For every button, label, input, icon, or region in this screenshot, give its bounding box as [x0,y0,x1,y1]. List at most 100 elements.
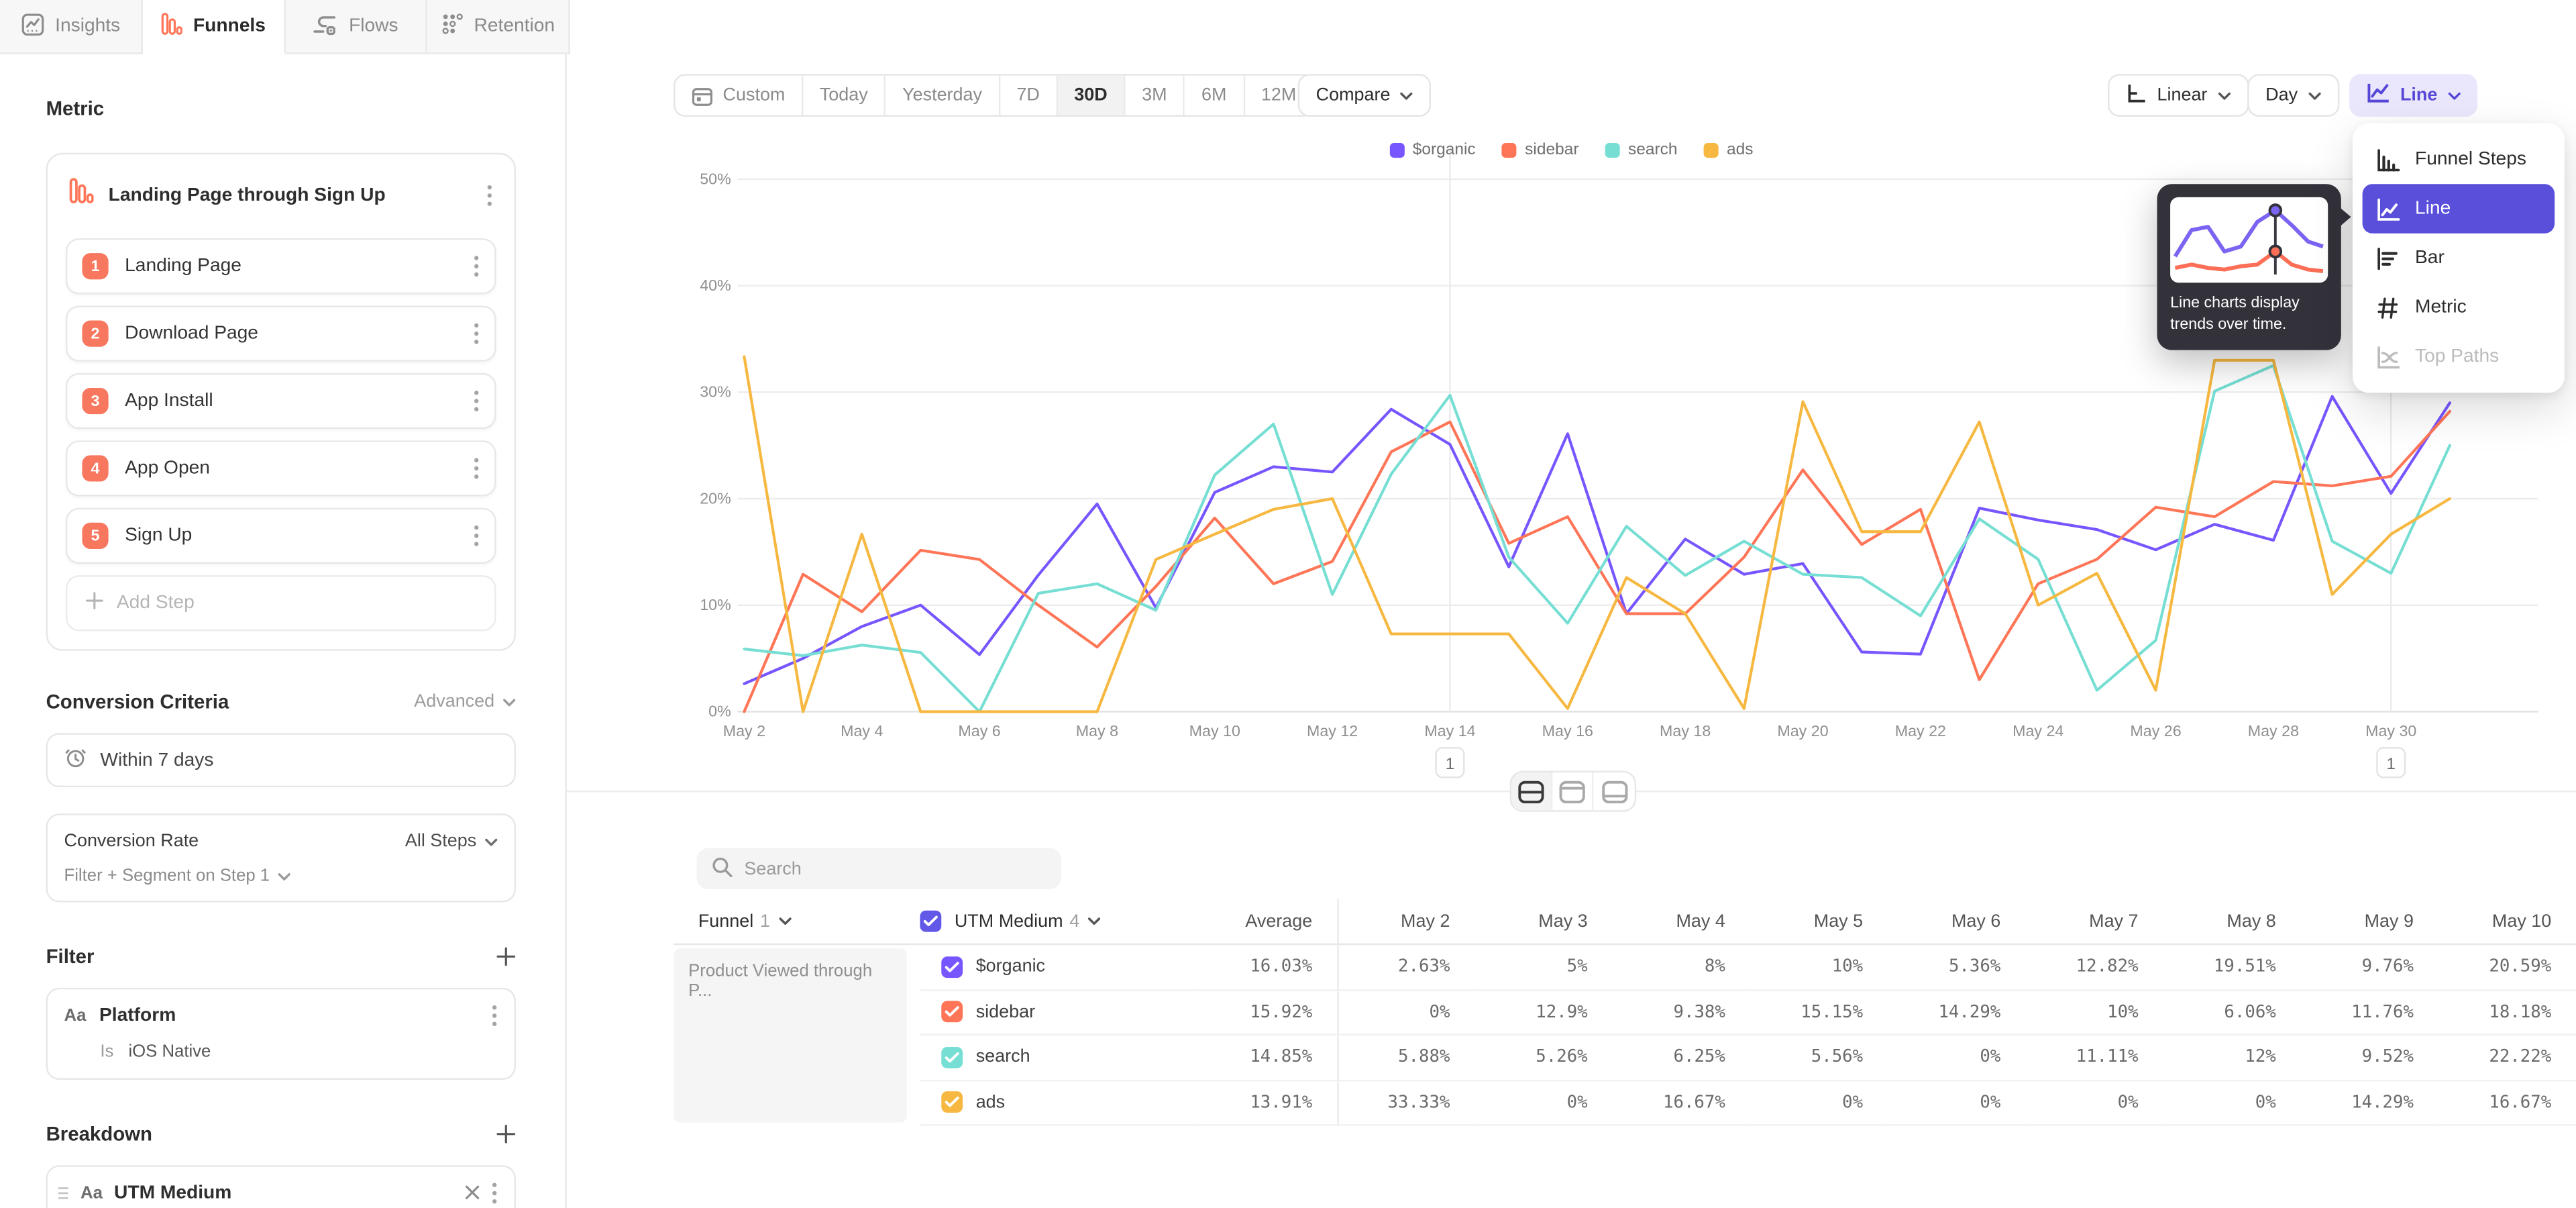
add-filter-plus-icon[interactable] [496,947,516,966]
menu-item-bar[interactable]: Bar [2363,234,2555,283]
funnel-step-app-install[interactable]: 3App Install [66,373,496,429]
menu-item-funnel-steps[interactable]: Funnel Steps [2363,135,2555,184]
range-3m[interactable]: 3M [1126,76,1185,115]
filter-property[interactable]: Platform [99,1006,478,1025]
kebab-menu-icon[interactable] [473,524,480,547]
table-search-input[interactable]: Search [696,848,1061,889]
add-step-button[interactable]: Add Step [66,575,496,631]
kebab-menu-icon[interactable] [473,389,480,412]
filter-kebab-icon[interactable] [491,1004,498,1027]
layout-chart-only-icon[interactable] [1552,772,1593,810]
series-checkbox[interactable] [941,1046,963,1068]
value-cell: 2.63% [1337,945,1474,990]
tab-label: Retention [474,16,555,36]
column-header-may-7[interactable]: May 7 [2025,899,2163,946]
breakdown-column-header[interactable]: UTM Medium4 [920,899,1199,946]
select-all-checkbox[interactable] [920,911,941,932]
step-number-badge: 1 [82,253,108,279]
metric-kebab-icon[interactable] [486,183,493,206]
retention-icon [441,13,463,40]
funnel-name-cell[interactable]: Product Viewed through P... [674,948,907,1123]
add-breakdown-plus-icon[interactable] [496,1124,516,1144]
tab-retention[interactable]: Retention [427,0,570,54]
value-cell: 6.06% [2163,991,2300,1036]
filter-segment-toggle[interactable]: Filter + Segment on Step 1 [64,866,498,886]
line-chart-icon [2366,82,2391,108]
kebab-menu-icon[interactable] [473,457,480,480]
table-row-sidebar[interactable]: sidebar [920,991,1199,1036]
column-header-may-9[interactable]: May 9 [2301,899,2438,946]
svg-text:May 18: May 18 [1660,722,1711,740]
conversion-rate-selector[interactable]: All Steps [405,832,498,851]
kebab-menu-icon[interactable] [473,255,480,278]
remove-breakdown-icon[interactable] [465,1185,480,1200]
tab-insights[interactable]: Insights [0,0,142,54]
compare-button[interactable]: Compare [1298,74,1432,117]
report-type-tabs: Insights Funnels Flows Retention [0,0,570,54]
advanced-dropdown[interactable]: Advanced [414,692,516,711]
legend-ads[interactable]: ads [1704,142,1754,160]
filter-card: Aa Platform Is iOS Native [46,988,516,1080]
column-header-may-10[interactable]: May 10 [2438,899,2576,946]
legend-swatch [1704,143,1719,158]
funnel-column-header[interactable]: Funnel1 [674,899,920,946]
tab-funnels[interactable]: Funnels [142,0,284,54]
drag-handle-icon[interactable] [58,1178,69,1207]
funnel-step-sign-up[interactable]: 5Sign Up [66,508,496,564]
legend-sidebar[interactable]: sidebar [1502,142,1579,160]
chart-type-button[interactable]: Line [2349,74,2477,117]
table-row-ads[interactable]: ads [920,1080,1199,1125]
tab-flows[interactable]: Flows [285,0,427,54]
series-checkbox[interactable] [941,956,963,978]
value-cell: 5.36% [1888,945,2025,990]
column-header-may-5[interactable]: May 5 [1750,899,1888,946]
layout-table-only-icon[interactable] [1594,772,1635,810]
value-cell: 10% [2025,991,2163,1036]
value-cell: 16.03% [1199,945,1337,990]
interval-selector-button[interactable]: Day [2247,74,2339,117]
legend--organic[interactable]: $organic [1389,142,1475,160]
metric-icon [2375,295,2400,320]
range-today[interactable]: Today [803,76,885,115]
svg-text:May 20: May 20 [1777,722,1828,740]
column-header-may-4[interactable]: May 4 [1612,899,1750,946]
value-cell: 9.76% [2301,945,2438,990]
column-header-may-6[interactable]: May 6 [1888,899,2025,946]
funnel-step-landing-page[interactable]: 1Landing Page [66,238,496,294]
value-cell: 22.22% [2438,1036,2576,1080]
column-header-may-8[interactable]: May 8 [2163,899,2300,946]
table-row--organic[interactable]: $organic [920,945,1199,990]
range-custom[interactable]: Custom [676,76,804,115]
range-7d[interactable]: 7D [1000,76,1058,115]
conversion-window[interactable]: Within 7 days [46,733,516,787]
layout-split-icon[interactable] [1511,772,1552,810]
range-6m[interactable]: 6M [1185,76,1245,115]
value-cell: 0% [1337,991,1474,1036]
filter-value[interactable]: iOS Native [128,1042,211,1062]
kebab-menu-icon[interactable] [473,322,480,345]
legend-swatch [1605,143,1620,158]
column-header-may-3[interactable]: May 3 [1474,899,1612,946]
svg-text:May 6: May 6 [958,722,1000,740]
range-30d[interactable]: 30D [1058,76,1126,115]
range-yesterday[interactable]: Yesterday [886,76,1000,115]
legend-search[interactable]: search [1605,142,1678,160]
series-checkbox[interactable] [941,1092,963,1113]
filter-operator[interactable]: Is [100,1042,113,1062]
series-checkbox[interactable] [941,1001,963,1023]
step-number-badge: 2 [82,321,108,347]
query-builder-sidebar: Metric Landing Page through Sign Up 1Lan… [0,54,567,1208]
table-row-search[interactable]: search [920,1036,1199,1080]
chevron-down-icon [2447,85,2461,105]
column-header-average[interactable]: Average [1199,899,1337,946]
breakdown-kebab-icon[interactable] [491,1181,498,1204]
menu-item-metric[interactable]: Metric [2363,283,2555,332]
breakdown-property[interactable]: UTM Medium [114,1182,453,1202]
scale-selector-button[interactable]: Linear [2108,74,2249,117]
chevron-down-icon [778,917,792,925]
value-cell: 0% [2025,1080,2163,1125]
menu-item-line[interactable]: Line [2363,184,2555,233]
column-header-may-2[interactable]: May 2 [1337,899,1474,946]
funnel-step-app-open[interactable]: 4App Open [66,440,496,496]
funnel-step-download-page[interactable]: 2Download Page [66,306,496,362]
